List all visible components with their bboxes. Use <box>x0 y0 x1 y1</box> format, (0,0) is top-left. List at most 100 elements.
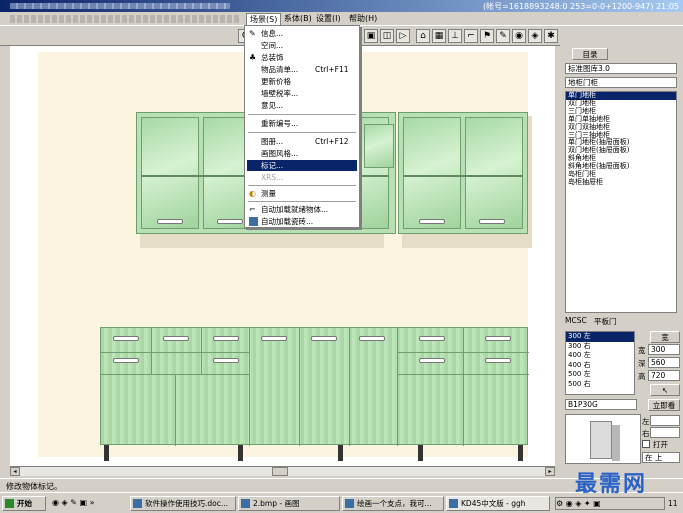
menu-separator <box>248 185 356 186</box>
tool-cube-icon[interactable]: ◫ <box>380 29 394 43</box>
title-info: (帐号=1618893248:0 253=0-0+1200-947) 21:05 <box>482 2 679 11</box>
upper-cabinet-right[interactable] <box>398 112 528 234</box>
menu-bar: 场景(S) 系体(B) 设置(I) 帮助(H) <box>0 12 683 26</box>
tool-flag-icon[interactable]: ⚑ <box>480 29 494 43</box>
menu-item-decor[interactable]: ♣ 总装饰 <box>247 52 357 63</box>
tile-icon <box>249 217 258 226</box>
size-list-item[interactable]: 400 右 <box>566 361 634 371</box>
size-list-item[interactable]: 300 右 <box>566 342 634 352</box>
preview-button[interactable]: 立即看 <box>648 399 680 411</box>
menu-item-item-list[interactable]: 物品清单... Ctrl+F11 <box>247 64 357 75</box>
menu-separator <box>248 114 356 115</box>
info-icon: ✎ <box>249 29 256 38</box>
title-bar-blur <box>10 3 230 9</box>
tool-view-icon[interactable]: ◉ <box>512 29 526 43</box>
menu-item-xrs: XRS... <box>261 173 284 182</box>
size-list[interactable]: 300 左 300 右 400 左 400 右 500 左 500 右 <box>565 331 635 395</box>
tool-tool-icon[interactable]: ✱ <box>544 29 558 43</box>
door-handle <box>261 336 287 341</box>
height-input[interactable]: 720 <box>648 370 680 381</box>
task-paint[interactable]: 2.bmp - 画图 <box>238 496 340 511</box>
menu-item-renumber[interactable]: 重新编号... <box>247 118 357 129</box>
menu-scene[interactable]: 场景(S) <box>246 13 282 25</box>
size-list-item[interactable]: 400 左 <box>566 351 634 361</box>
drawer-handle <box>113 358 139 363</box>
menu-item-mark[interactable]: 标记... <box>247 160 357 171</box>
left-input[interactable] <box>650 415 680 426</box>
task-doc[interactable]: 软件操作使用技巧.doc... <box>130 496 236 511</box>
scroll-left-icon[interactable]: ◂ <box>10 467 20 476</box>
task-draw[interactable]: 绘画一个支点，我可... <box>342 496 444 511</box>
scene-menu-dropdown: ✎ 信息... 空间... ♣ 总装饰 物品清单... Ctrl+F11 更新价格 墙… <box>244 25 360 228</box>
size-list-item[interactable]: 300 左 <box>566 332 634 342</box>
tab-catalog[interactable]: 目录 <box>572 48 608 60</box>
door-handle <box>157 219 183 224</box>
library-select[interactable]: 标准图库3.0 <box>565 63 677 74</box>
watermark-logo: 最需网 <box>575 472 648 497</box>
size-list-item[interactable]: 500 右 <box>566 380 634 390</box>
width-label: 宽 <box>650 331 680 343</box>
scroll-right-icon[interactable]: ▸ <box>545 467 555 476</box>
horizontal-scrollbar[interactable]: ◂ ▸ <box>10 466 555 476</box>
measure-icon: ◐ <box>249 189 256 198</box>
tool-box-icon[interactable]: ▣ <box>364 29 378 43</box>
menu-cabinet[interactable]: 系体(B) <box>281 13 315 25</box>
size-list-item[interactable]: 500 左 <box>566 370 634 380</box>
right-input[interactable] <box>650 427 680 438</box>
apply-icon[interactable]: ↖ <box>650 384 680 396</box>
scroll-thumb[interactable] <box>272 467 288 476</box>
base-cabinet-row[interactable] <box>100 327 529 446</box>
drawer-handle <box>113 336 139 341</box>
catalog-panel: 目录 标准图库3.0 地柜门柜 单门地柜 双门地柜 三门地柜 单门单抽地柜 双门双抽地柜… <box>562 46 683 466</box>
system-tray: ⚙ ◉ ◈ ✦ ▣ <box>555 497 665 510</box>
door-handle <box>217 219 243 224</box>
catalog-list-item[interactable]: 岛柜抽屉柜 <box>566 178 676 187</box>
menu-settings[interactable]: 设置(I) <box>313 13 344 25</box>
menu-item-measure[interactable]: ◐ 测量 <box>247 188 357 199</box>
tool-paint-icon[interactable]: ✎ <box>496 29 510 43</box>
preview-image <box>565 414 641 464</box>
menu-help[interactable]: 帮助(H) <box>346 13 380 25</box>
glass-door[interactable] <box>141 117 199 229</box>
menu-item-update-price[interactable]: 更新价格 <box>247 76 357 87</box>
task-kd45[interactable]: KD45中文版 - ggh <box>446 496 550 511</box>
menu-item-auto-load-objects[interactable]: ⌐ 自动加载就绪物体... <box>247 204 357 215</box>
start-button[interactable]: 开始 <box>2 496 46 511</box>
tool-corner-icon[interactable]: ⌐ <box>464 29 478 43</box>
drawer-handle <box>213 358 239 363</box>
tool-render-icon[interactable]: ◈ <box>528 29 542 43</box>
menu-item-opinion[interactable]: 意见... <box>247 100 357 111</box>
drawer-handle <box>213 336 239 341</box>
open-checkbox[interactable] <box>642 440 650 448</box>
title-bar: (帐号=1618893248:0 253=0-0+1200-947) 21:05 <box>0 0 683 12</box>
quick-launch-icons[interactable]: ◉ ◈ ✎ ▣ » <box>52 498 122 509</box>
catalog-code: MCSC <box>565 316 587 325</box>
menu-item-draw-style[interactable]: 画图风格... <box>247 148 357 159</box>
drawer-handle <box>485 358 511 363</box>
status-text: 修改物体标记。 <box>6 482 62 491</box>
tool-measure-icon[interactable]: ⊥ <box>448 29 462 43</box>
model-select[interactable]: B1P30G <box>565 399 637 410</box>
menu-item-info[interactable]: ✎ 信息... <box>247 28 357 39</box>
drawer-handle <box>419 358 445 363</box>
tool-wall-icon[interactable]: ⌂ <box>416 29 430 43</box>
menu-item-auto-load-tiles[interactable]: 自动加载瓷砖... <box>247 216 357 227</box>
catalog-list[interactable]: 单门地柜 双门地柜 三门地柜 单门单抽地柜 双门双抽地柜 三门三抽地柜 单门地柜(抽屉面板)… <box>565 91 677 313</box>
drawer-handle <box>419 336 445 341</box>
tool-door-icon[interactable]: ▷ <box>396 29 410 43</box>
menu-bar-blur <box>10 15 240 23</box>
position-select[interactable]: 在 上 <box>642 452 680 463</box>
decor-icon: ♣ <box>249 53 257 62</box>
width-input[interactable]: 300 <box>648 344 680 355</box>
menu-item-album[interactable]: 图册... Ctrl+F12 <box>247 136 357 147</box>
menu-item-wall-tax[interactable]: 墙壁税率... <box>247 88 357 99</box>
depth-input[interactable]: 560 <box>648 357 680 368</box>
category-select[interactable]: 地柜门柜 <box>565 77 677 88</box>
glass-door[interactable] <box>465 117 523 229</box>
door-handle <box>311 336 337 341</box>
menu-item-space[interactable]: 空间... <box>247 40 357 51</box>
tool-plan-icon[interactable]: ▦ <box>432 29 446 43</box>
drawer-handle <box>485 336 511 341</box>
glass-door[interactable] <box>403 117 461 229</box>
menu-separator <box>248 132 356 133</box>
